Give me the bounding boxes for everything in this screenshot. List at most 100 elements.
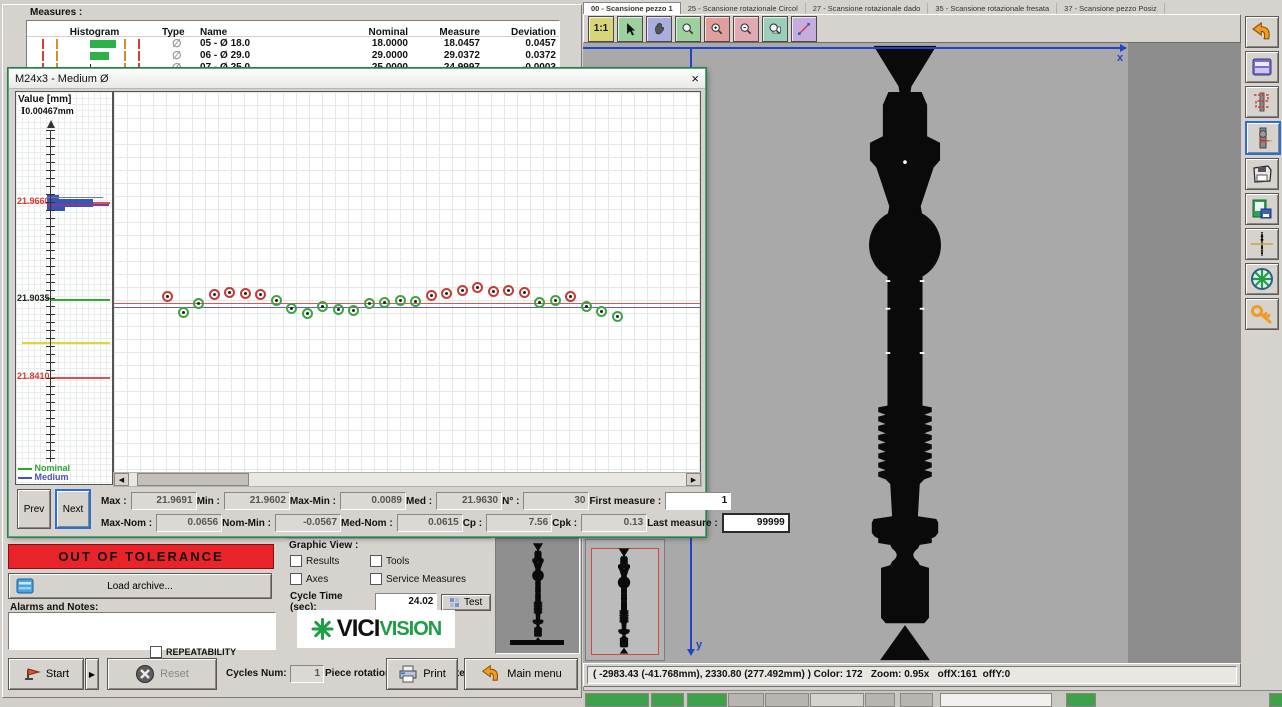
side-export-button[interactable] <box>1245 193 1279 225</box>
cycle-time-field[interactable]: 24.02 <box>375 593 437 611</box>
data-point[interactable] <box>255 289 266 300</box>
data-point[interactable] <box>224 287 235 298</box>
data-point[interactable] <box>379 297 390 308</box>
scroll-thumb[interactable] <box>137 473 249 486</box>
data-point[interactable] <box>317 301 328 312</box>
side-program-path-button[interactable] <box>1245 86 1279 118</box>
data-point[interactable] <box>302 308 313 319</box>
data-point[interactable] <box>503 285 514 296</box>
taskbar-segment[interactable] <box>651 693 684 707</box>
measure-line-button[interactable] <box>791 16 817 42</box>
zoom-in-button[interactable] <box>704 16 730 42</box>
taskbar-segment[interactable] <box>810 693 864 707</box>
scan-tab[interactable]: 27 - Scansione rotazionale dado <box>806 3 929 14</box>
graphic-view-checkbox[interactable]: Service Measures <box>370 573 490 585</box>
scan-tab[interactable]: 25 - Scansione rotazionale Circol <box>681 3 806 14</box>
stat-value[interactable]: 1 <box>665 492 731 510</box>
data-point[interactable] <box>364 298 375 309</box>
scan-tab[interactable]: 37 - Scansione pezzo Posiz <box>1057 3 1165 14</box>
taskbar-segment[interactable] <box>687 693 727 707</box>
stat-value[interactable]: 99999 <box>722 513 790 533</box>
data-point[interactable] <box>395 295 406 306</box>
scan-tab[interactable]: 00 - Scansione pezzo 1 <box>583 2 681 14</box>
data-point[interactable] <box>441 288 452 299</box>
data-point[interactable] <box>426 290 437 301</box>
col-measure[interactable]: Measure <box>412 27 484 38</box>
test-button[interactable]: Test <box>441 594 491 611</box>
data-point[interactable] <box>178 307 189 318</box>
zoom-button[interactable] <box>675 16 701 42</box>
print-button[interactable]: Print <box>386 658 458 690</box>
data-point[interactable] <box>565 291 576 302</box>
data-point[interactable] <box>472 282 483 293</box>
start-options-button[interactable]: ▶ <box>85 658 99 690</box>
table-row[interactable]: ∅05 - Ø 18.018.000018.04570.0457 <box>27 37 559 49</box>
scroll-right-icon[interactable]: ▶ <box>686 473 701 486</box>
data-point-center <box>430 294 433 297</box>
data-point[interactable] <box>581 301 592 312</box>
graphic-view-checkbox[interactable]: Tools <box>370 555 490 567</box>
start-button[interactable]: Start <box>8 658 84 690</box>
data-point[interactable] <box>333 304 344 315</box>
pointer-button[interactable] <box>617 16 643 42</box>
side-key-button[interactable] <box>1245 298 1279 330</box>
data-point[interactable] <box>271 295 282 306</box>
trend-chart[interactable] <box>113 91 701 473</box>
taskbar-segment[interactable] <box>765 693 809 707</box>
data-point[interactable] <box>209 289 220 300</box>
col-histogram[interactable]: Histogram <box>27 27 162 38</box>
reset-button[interactable]: Reset <box>107 658 217 690</box>
taskbar-segment[interactable] <box>865 693 895 707</box>
taskbar-segment[interactable] <box>1066 693 1096 707</box>
next-button[interactable]: Next <box>55 489 91 529</box>
side-vici-logo-button[interactable] <box>1245 263 1279 295</box>
data-point[interactable] <box>534 297 545 308</box>
taskbar-segment[interactable] <box>940 693 1052 707</box>
data-point[interactable] <box>240 288 251 299</box>
side-main-menu-button[interactable] <box>1245 16 1279 48</box>
side-part-setup-button[interactable] <box>1245 228 1279 260</box>
zoom-window-button[interactable] <box>762 16 788 42</box>
data-point[interactable] <box>457 285 468 296</box>
overview-thumbnail[interactable] <box>585 539 665 661</box>
col-deviation[interactable]: Deviation <box>484 27 560 38</box>
data-point[interactable] <box>286 303 297 314</box>
data-point[interactable] <box>488 286 499 297</box>
scroll-left-icon[interactable]: ◀ <box>114 473 129 486</box>
side-save-button[interactable] <box>1245 158 1279 190</box>
taskbar-segment[interactable] <box>585 693 649 707</box>
taskbar-segment[interactable] <box>900 693 933 707</box>
side-archive-button[interactable] <box>1245 51 1279 83</box>
col-type[interactable]: Type <box>162 27 200 38</box>
zoom-out-button[interactable] <box>733 16 759 42</box>
dialog-titlebar[interactable]: M24x3 - Medium Ø × <box>9 69 705 89</box>
pan-button[interactable] <box>646 16 672 42</box>
data-point[interactable] <box>519 287 530 298</box>
actual-size-button[interactable]: 1:1 <box>588 16 614 42</box>
chart-hscrollbar[interactable]: ◀ ▶ <box>113 472 702 487</box>
graphic-view-checkbox[interactable]: Results <box>290 555 370 567</box>
alarms-notes-textarea[interactable] <box>8 612 276 650</box>
taskbar-segment[interactable] <box>728 693 764 707</box>
prev-button[interactable]: Prev <box>17 489 51 529</box>
data-point[interactable] <box>410 296 421 307</box>
data-point[interactable] <box>596 306 607 317</box>
table-row[interactable]: ∅06 - Ø 29.029.000029.03720.0372 <box>27 49 559 61</box>
data-point[interactable] <box>348 305 359 316</box>
taskbar-segment[interactable] <box>1269 693 1282 707</box>
data-point-center <box>523 291 526 294</box>
col-nominal[interactable]: Nominal <box>340 27 412 38</box>
col-name[interactable]: Name <box>200 27 340 38</box>
main-menu-button[interactable]: Main menu <box>464 658 578 690</box>
graphic-view-checkbox[interactable]: Axes <box>290 573 370 585</box>
data-point[interactable] <box>162 291 173 302</box>
load-archive-button[interactable]: Load archive... <box>8 573 272 599</box>
x-axis-arrow-icon <box>1120 44 1127 52</box>
close-icon[interactable]: × <box>691 73 699 85</box>
side-laser-measure-button[interactable] <box>1245 121 1281 155</box>
bottom-taskbar <box>583 690 1282 707</box>
data-point[interactable] <box>550 295 561 306</box>
scan-tab[interactable]: 35 - Scansione rotazionale fresata <box>928 3 1057 14</box>
data-point[interactable] <box>612 311 623 322</box>
cycles-num-field[interactable]: 1 <box>290 665 324 683</box>
